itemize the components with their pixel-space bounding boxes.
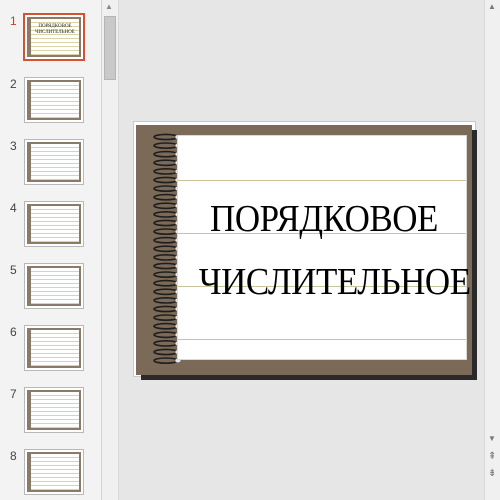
- slide-thumbnail-8[interactable]: 8: [0, 449, 102, 500]
- spiral-coil: [153, 236, 179, 244]
- spiral-coil: [153, 271, 179, 278]
- slide-thumbnail-6[interactable]: 6: [0, 325, 102, 377]
- scroll-up-icon[interactable]: ▲: [105, 2, 113, 11]
- slide-thumbnail-1[interactable]: 1 ПОРЯДКОВОЕ ЧИСЛИТЕЛЬНОЕ: [0, 13, 102, 66]
- spiral-coil: [153, 228, 179, 235]
- thumbnail-title: ПОРЯДКОВОЕ ЧИСЛИТЕЛЬНОЕ: [35, 24, 75, 35]
- spiral-coil: [153, 150, 179, 158]
- next-slide-icon[interactable]: ⇟: [488, 468, 496, 479]
- spiral-coil: [153, 185, 179, 192]
- spiral-coil: [153, 331, 179, 339]
- slide-thumbnail-7[interactable]: 7: [0, 387, 102, 439]
- slide-title-line: ЧИСЛИТЕЛЬНОЕ: [198, 261, 471, 303]
- notebook-page: ПОРЯДКОВОЕ ЧИСЛИТЕЛЬНОЕ: [177, 135, 471, 360]
- spiral-coil: [153, 348, 179, 356]
- spiral-coil: [153, 305, 179, 313]
- spiral-coil: [153, 262, 179, 270]
- spiral-coil: [153, 314, 179, 321]
- thumbnail-frame[interactable]: [24, 449, 84, 495]
- thumbnail-frame[interactable]: [24, 387, 84, 433]
- slide-title[interactable]: ПОРЯДКОВОЕ ЧИСЛИТЕЛЬНОЕ: [198, 188, 471, 314]
- slide-number: 8: [10, 449, 17, 463]
- spiral-coil: [153, 211, 179, 218]
- thumbnail-frame[interactable]: ПОРЯДКОВОЕ ЧИСЛИТЕЛЬНОЕ: [23, 13, 85, 61]
- spiral-coil: [153, 159, 179, 167]
- spiral-coil: [153, 322, 179, 330]
- slide-number: 6: [10, 325, 17, 339]
- slide-thumbnail-2[interactable]: 2: [0, 77, 102, 129]
- scrollbar-thumb[interactable]: [104, 16, 116, 80]
- spiral-coil: [153, 168, 179, 175]
- spiral-binding-icon: [153, 133, 182, 364]
- scroll-down-icon[interactable]: ▼: [488, 434, 496, 443]
- slide-number: 3: [10, 139, 17, 153]
- spiral-coil: [153, 142, 179, 149]
- slide-thumbnail-pane: 1 ПОРЯДКОВОЕ ЧИСЛИТЕЛЬНОЕ 2 3 4 5 6 7 8: [0, 0, 102, 500]
- slide-title-line: ПОРЯДКОВОЕ: [210, 198, 438, 240]
- notebook-background: ПОРЯДКОВОЕ ЧИСЛИТЕЛЬНОЕ: [136, 125, 472, 375]
- slide-number: 7: [10, 387, 17, 401]
- thumbnail-scrollbar[interactable]: ▲: [102, 0, 119, 500]
- spiral-coil: [153, 339, 179, 347]
- slide-number: 4: [10, 201, 17, 215]
- slide-number: 2: [10, 77, 17, 91]
- spiral-coil: [153, 296, 179, 304]
- slide-thumbnail-4[interactable]: 4: [0, 201, 102, 253]
- scroll-up-icon[interactable]: ▲: [488, 2, 496, 11]
- spiral-coil: [153, 279, 179, 287]
- slide-thumbnail-5[interactable]: 5: [0, 263, 102, 315]
- previous-slide-icon[interactable]: ⇞: [488, 451, 496, 462]
- thumbnail-frame[interactable]: [24, 325, 84, 371]
- spiral-coil: [153, 176, 179, 184]
- thumbnail-frame[interactable]: [24, 263, 84, 309]
- spiral-coil: [153, 133, 179, 141]
- slide-number: 1: [10, 14, 17, 28]
- spiral-coil: [153, 288, 179, 296]
- spiral-coil: [153, 219, 179, 227]
- thumbnail-frame[interactable]: [24, 139, 84, 185]
- slide-number: 5: [10, 263, 17, 277]
- spiral-coil: [153, 254, 179, 261]
- spiral-coil: [153, 245, 179, 253]
- thumbnail-frame[interactable]: [24, 77, 84, 123]
- slide-thumbnail-3[interactable]: 3: [0, 139, 102, 191]
- vertical-scrollbar[interactable]: ▲ ▼ ⇞ ⇟: [484, 0, 500, 500]
- slide-editing-area: ПОРЯДКОВОЕ ЧИСЛИТЕЛЬНОЕ: [120, 0, 484, 500]
- spiral-coil: [153, 202, 179, 210]
- thumbnail-frame[interactable]: [24, 201, 84, 247]
- spiral-coil: [153, 193, 179, 201]
- spiral-coil: [153, 357, 179, 364]
- current-slide[interactable]: ПОРЯДКОВОЕ ЧИСЛИТЕЛЬНОЕ: [133, 121, 476, 377]
